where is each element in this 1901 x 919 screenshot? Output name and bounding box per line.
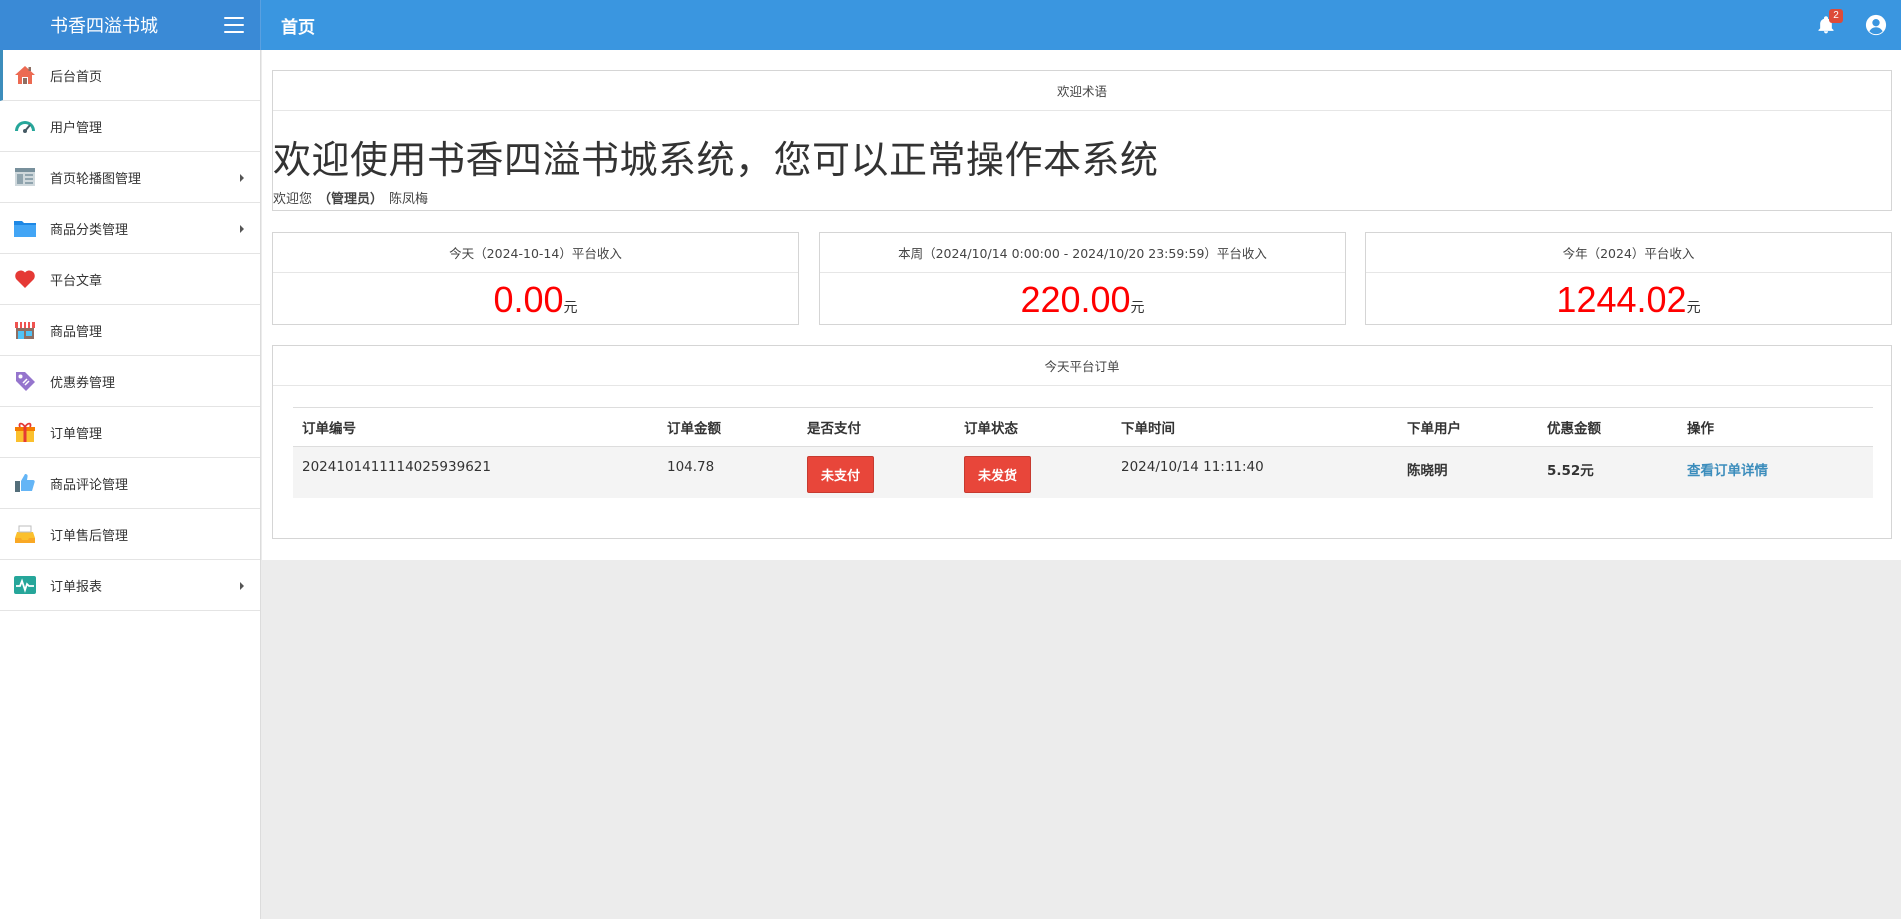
view-order-details-link[interactable]: 查看订单详情 <box>1687 463 1768 479</box>
store-icon <box>13 318 37 342</box>
order-amount: 104.78 <box>658 446 798 498</box>
sidebar-item-label: 平台文章 <box>50 273 103 289</box>
stat-today-panel: 今天（2024-10-14）平台收入 0.00元 <box>272 232 799 325</box>
stat-today-value: 0.00 <box>493 279 564 320</box>
table-row: 2024101411114025939621 104.78 未支付 未发货 20… <box>293 446 1873 498</box>
column-header: 是否支付 <box>798 407 955 447</box>
sidebar-item-label: 用户管理 <box>50 120 103 136</box>
sidebar-item-aftersales[interactable]: 订单售后管理 <box>0 509 260 560</box>
top-navbar: 书香四溢书城 首页 2 <box>0 0 1901 50</box>
order-time: 2024/10/14 11:11:40 <box>1112 446 1398 498</box>
welcome-prefix: 欢迎您 <box>273 192 313 207</box>
sidebar-item-products[interactable]: 商品管理 <box>0 305 260 356</box>
column-header: 下单时间 <box>1112 407 1398 447</box>
sidebar-item-label: 首页轮播图管理 <box>50 171 142 187</box>
pulse-chart-icon <box>13 573 37 597</box>
topbar-right: 2 <box>1801 0 1901 50</box>
sidebar-item-label: 订单售后管理 <box>50 528 129 544</box>
user-name: 陈凤梅 <box>389 192 429 207</box>
sidebar-item-label: 优惠券管理 <box>50 375 116 391</box>
column-header: 订单状态 <box>955 407 1112 447</box>
gift-icon <box>13 420 37 444</box>
caret-right-icon <box>240 174 244 182</box>
column-header: 订单金额 <box>658 407 798 447</box>
status-cell: 未发货 <box>955 446 1112 498</box>
column-header: 优惠金额 <box>1538 407 1678 447</box>
user-menu-button[interactable] <box>1851 0 1901 50</box>
notification-count-badge: 2 <box>1829 9 1843 23</box>
sidebar-item-label: 商品评论管理 <box>50 477 129 493</box>
topbar-main: 首页 2 <box>261 0 1901 50</box>
caret-right-icon <box>240 582 244 590</box>
user-role: （管理员） <box>318 192 384 207</box>
today-orders-header: 今天平台订单 <box>273 346 1891 386</box>
page-title: 首页 <box>281 17 315 38</box>
stat-year-value-wrap: 1244.02元 <box>1366 279 1891 321</box>
order-number: 2024101411114025939621 <box>293 446 658 498</box>
sidebar-item-reports[interactable]: 订单报表 <box>0 560 260 611</box>
stat-week-unit: 元 <box>1130 300 1145 316</box>
stat-today-unit: 元 <box>563 300 578 316</box>
stat-year-panel: 今年（2024）平台收入 1244.02元 <box>1365 232 1892 325</box>
brand-bar: 书香四溢书城 <box>0 0 261 50</box>
sidebar-item-label: 订单管理 <box>50 426 103 442</box>
sidebar-toggle-icon[interactable] <box>224 17 244 33</box>
stat-week-label: 本周（2024/10/14 0:00:00 - 2024/10/20 23:59… <box>820 233 1345 273</box>
sidebar-item-users[interactable]: 用户管理 <box>0 101 260 152</box>
folder-icon <box>13 216 37 240</box>
stat-today-label: 今天（2024-10-14）平台收入 <box>273 233 798 273</box>
payment-cell: 未支付 <box>798 446 955 498</box>
brand-title[interactable]: 书香四溢书城 <box>50 12 158 38</box>
home-icon <box>13 63 37 87</box>
sidebar-item-articles[interactable]: 平台文章 <box>0 254 260 305</box>
column-header: 操作 <box>1678 407 1873 447</box>
dashboard-gauge-icon <box>13 114 37 138</box>
welcome-message: 欢迎使用书香四溢书城系统，您可以正常操作本系统 <box>273 138 1159 182</box>
sidebar-item-categories[interactable]: 商品分类管理 <box>0 203 260 254</box>
sidebar-item-coupons[interactable]: 优惠券管理 <box>0 356 260 407</box>
sidebar-item-carousel[interactable]: 首页轮播图管理 <box>0 152 260 203</box>
sidebar-item-label: 后台首页 <box>50 69 103 85</box>
inbox-tray-icon <box>13 522 37 546</box>
stat-year-unit: 元 <box>1686 300 1701 316</box>
welcome-user-line: 欢迎您 （管理员） 陈凤梅 <box>273 188 1891 207</box>
thumbs-up-icon <box>13 471 37 495</box>
orders-table: 订单编号 订单金额 是否支付 订单状态 下单时间 下单用户 优惠金额 操作 20… <box>293 407 1873 498</box>
stat-year-value: 1244.02 <box>1556 279 1687 320</box>
sidebar-item-label: 订单报表 <box>50 579 103 595</box>
welcome-panel: 欢迎术语 欢迎使用书香四溢书城系统，您可以正常操作本系统 欢迎您 （管理员） 陈凤梅 <box>272 70 1892 211</box>
welcome-panel-header: 欢迎术语 <box>273 71 1891 111</box>
stat-week-value: 220.00 <box>1020 279 1131 320</box>
sidebar-item-reviews[interactable]: 商品评论管理 <box>0 458 260 509</box>
sidebar-item-home[interactable]: 后台首页 <box>0 50 260 101</box>
sidebar: 后台首页 用户管理 首页轮播图管理 商品分类管理 平台文章 商品管理 优惠券管理… <box>0 50 261 919</box>
tag-icon <box>13 369 37 393</box>
not-shipped-button[interactable]: 未发货 <box>964 456 1032 493</box>
action-cell: 查看订单详情 <box>1678 446 1873 498</box>
unpaid-button[interactable]: 未支付 <box>807 456 875 493</box>
stat-today-value-wrap: 0.00元 <box>273 279 798 321</box>
sidebar-item-label: 商品分类管理 <box>50 222 129 238</box>
stat-week-panel: 本周（2024/10/14 0:00:00 - 2024/10/20 23:59… <box>819 232 1346 325</box>
heart-icon <box>13 267 37 291</box>
table-header-row: 订单编号 订单金额 是否支付 订单状态 下单时间 下单用户 优惠金额 操作 <box>293 407 1873 447</box>
main-content: 欢迎术语 欢迎使用书香四溢书城系统，您可以正常操作本系统 欢迎您 （管理员） 陈凤梅… <box>262 50 1901 560</box>
column-header: 订单编号 <box>293 407 658 447</box>
sidebar-item-orders[interactable]: 订单管理 <box>0 407 260 458</box>
user-circle-icon <box>1865 14 1887 36</box>
column-header: 下单用户 <box>1398 407 1538 447</box>
stat-week-value-wrap: 220.00元 <box>820 279 1345 321</box>
layout-panel-icon <box>13 165 37 189</box>
today-orders-panel: 今天平台订单 订单编号 订单金额 是否支付 订单状态 下单时间 下单用户 优惠金… <box>272 345 1892 539</box>
sidebar-item-label: 商品管理 <box>50 324 103 340</box>
notifications-button[interactable]: 2 <box>1801 0 1851 50</box>
discount-amount: 5.52元 <box>1538 446 1678 498</box>
caret-right-icon <box>240 225 244 233</box>
order-user: 陈晓明 <box>1398 446 1538 498</box>
stat-year-label: 今年（2024）平台收入 <box>1366 233 1891 273</box>
